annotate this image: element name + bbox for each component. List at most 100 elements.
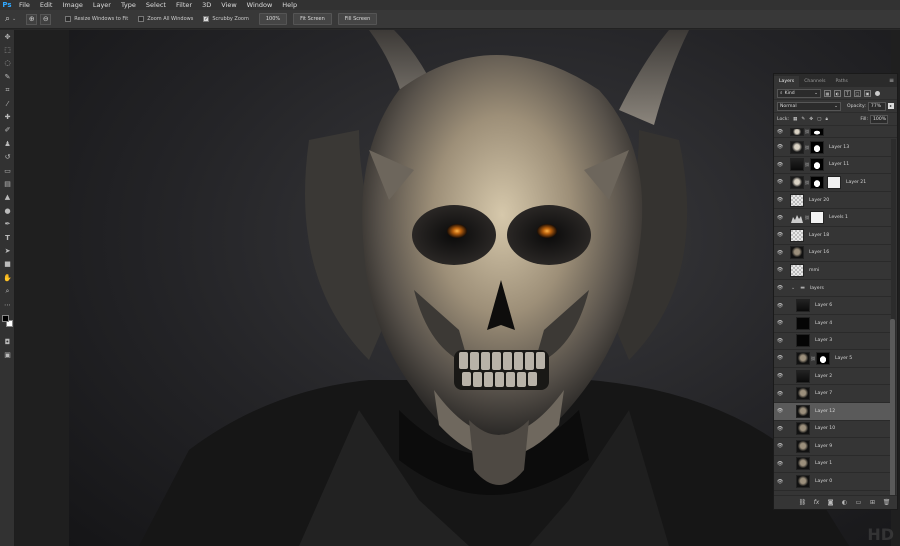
- layer-row[interactable]: 👁︎ Layer 9: [774, 438, 893, 456]
- lasso-tool-icon[interactable]: ◌: [0, 57, 15, 70]
- marquee-tool-icon[interactable]: ⬚: [0, 43, 15, 56]
- eye-icon[interactable]: 👁︎: [774, 373, 786, 379]
- shape-tool-icon[interactable]: ■: [0, 258, 15, 271]
- crop-tool-icon[interactable]: ⌗: [0, 84, 15, 97]
- color-swatches[interactable]: [0, 311, 14, 335]
- eye-icon[interactable]: 👁︎: [774, 197, 786, 203]
- scrollbar-thumb[interactable]: [890, 319, 895, 499]
- scrubby-zoom-checkbox[interactable]: ✓ Scrubby Zoom: [203, 16, 249, 22]
- lock-artboard-icon[interactable]: ▢: [817, 117, 821, 122]
- menu-help[interactable]: Help: [277, 0, 302, 10]
- clone-stamp-tool-icon[interactable]: ♟: [0, 137, 15, 150]
- zoom-in-icon[interactable]: ⊕: [26, 13, 38, 25]
- menu-view[interactable]: View: [216, 0, 241, 10]
- filter-adjustment-icon[interactable]: ◐: [834, 89, 841, 97]
- lock-all-icon[interactable]: 🔒︎: [825, 116, 827, 122]
- zoom-out-icon[interactable]: ⊖: [40, 13, 52, 25]
- layer-row[interactable]: 👁︎ Layer 3: [774, 333, 893, 351]
- add-mask-icon[interactable]: ◙: [826, 498, 835, 507]
- filter-shape-icon[interactable]: □: [854, 89, 861, 97]
- eye-icon[interactable]: 👁︎: [774, 129, 786, 135]
- zoom-all-checkbox[interactable]: Zoom All Windows: [138, 16, 193, 22]
- menu-select[interactable]: Select: [141, 0, 171, 10]
- layer-row[interactable]: 👁︎ Layer 0: [774, 473, 893, 491]
- layer-row[interactable]: 👁︎ Layer 1: [774, 456, 893, 474]
- more-tools-icon[interactable]: ⋯: [0, 298, 15, 311]
- zoom-100-button[interactable]: 100%: [258, 13, 288, 25]
- layer-row[interactable]: 👁︎ mmi: [774, 262, 893, 280]
- tool-preset-chevron-icon[interactable]: ⌄: [12, 16, 16, 22]
- hand-tool-icon[interactable]: ✋: [0, 271, 15, 284]
- quick-mask-icon[interactable]: ◘: [0, 335, 15, 348]
- gradient-tool-icon[interactable]: ▤: [0, 177, 15, 190]
- layer-row[interactable]: 👁︎ Layer 10: [774, 421, 893, 439]
- adjustment-layer-icon[interactable]: ◐: [840, 498, 849, 507]
- layer-row[interactable]: 👁︎ ⛓︎ Layer 5: [774, 350, 893, 368]
- eye-icon[interactable]: 👁︎: [774, 461, 786, 467]
- layer-row[interactable]: 👁︎ Layer 2: [774, 368, 893, 386]
- eye-icon[interactable]: 👁︎: [774, 162, 786, 168]
- eye-icon[interactable]: 👁︎: [774, 179, 786, 185]
- screen-mode-icon[interactable]: ▣: [0, 349, 15, 362]
- fit-screen-button[interactable]: Fit Screen: [293, 13, 332, 25]
- blur-tool-icon[interactable]: ▲: [0, 191, 15, 204]
- filter-smart-icon[interactable]: ▣: [864, 89, 871, 97]
- layer-style-fx-icon[interactable]: fx: [812, 498, 821, 507]
- resize-windows-checkbox[interactable]: Resize Windows to Fit: [65, 16, 128, 22]
- trash-icon[interactable]: 🗑︎: [882, 498, 891, 507]
- eye-icon[interactable]: 👁︎: [774, 355, 786, 361]
- layer-row[interactable]: 👁︎ Layer 4: [774, 315, 893, 333]
- fill-screen-button[interactable]: Fill Screen: [337, 13, 378, 25]
- filter-type-icon[interactable]: T: [844, 89, 851, 97]
- lock-image-icon[interactable]: ✎: [801, 117, 805, 122]
- eye-icon[interactable]: 👁︎: [774, 232, 786, 238]
- filter-kind-select[interactable]: ⌕ Kind ⌄: [777, 88, 821, 98]
- healing-brush-tool-icon[interactable]: ✚: [0, 110, 15, 123]
- filter-toggle-icon[interactable]: [875, 90, 880, 96]
- brush-tool-icon[interactable]: ✐: [0, 124, 15, 137]
- tab-channels[interactable]: Channels: [799, 76, 830, 87]
- layer-row[interactable]: 👁︎ Layer 12: [774, 402, 893, 421]
- blend-mode-select[interactable]: Normal ⌄: [777, 101, 841, 111]
- new-layer-icon[interactable]: ⊞: [868, 498, 877, 507]
- layer-group-row[interactable]: 👁︎ ⌄ ▬ layers: [774, 280, 893, 298]
- layer-row[interactable]: 👁︎ ⛓︎ Levels 1: [774, 209, 893, 227]
- layer-row[interactable]: 👁︎ ⛓︎ Layer 13: [774, 139, 893, 157]
- layers-scrollbar[interactable]: [890, 139, 896, 499]
- pen-tool-icon[interactable]: ✒: [0, 217, 15, 230]
- link-layers-icon[interactable]: ⛓︎: [798, 498, 807, 507]
- move-tool-icon[interactable]: ✥: [0, 30, 15, 43]
- eye-icon[interactable]: 👁︎: [774, 426, 786, 432]
- lock-transparent-icon[interactable]: ▦: [793, 117, 797, 122]
- eye-icon[interactable]: 👁︎: [774, 215, 786, 221]
- group-chevron-icon[interactable]: ⌄: [791, 285, 795, 291]
- layer-row[interactable]: 👁︎ Layer 16: [774, 245, 893, 263]
- layer-row[interactable]: 👁︎ Layer 7: [774, 385, 893, 403]
- eyedropper-tool-icon[interactable]: ⁄: [0, 97, 15, 110]
- path-select-tool-icon[interactable]: ➤: [0, 244, 15, 257]
- eye-icon[interactable]: 👁︎: [774, 443, 786, 449]
- menu-layer[interactable]: Layer: [88, 0, 116, 10]
- new-group-icon[interactable]: ▭: [854, 498, 863, 507]
- foreground-color-swatch[interactable]: [2, 315, 9, 323]
- menu-filter[interactable]: Filter: [171, 0, 197, 10]
- menu-window[interactable]: Window: [242, 0, 278, 10]
- layer-row[interactable]: 👁︎ Layer 20: [774, 192, 893, 210]
- menu-type[interactable]: Type: [116, 0, 141, 10]
- lock-position-icon[interactable]: ✥: [809, 117, 813, 122]
- zoom-tool-icon[interactable]: ⌕: [5, 14, 10, 24]
- tab-layers[interactable]: Layers: [774, 76, 800, 87]
- dodge-tool-icon[interactable]: ●: [0, 204, 15, 217]
- eye-icon[interactable]: 👁︎: [774, 250, 786, 256]
- layer-row[interactable]: 👁︎ Layer 6: [774, 297, 893, 315]
- eye-icon[interactable]: 👁︎: [774, 320, 786, 326]
- layer-row[interactable]: 👁︎ Layer 18: [774, 227, 893, 245]
- opacity-input[interactable]: 77%: [867, 101, 886, 111]
- eraser-tool-icon[interactable]: ▭: [0, 164, 15, 177]
- eye-icon[interactable]: 👁︎: [774, 338, 786, 344]
- eye-icon[interactable]: 👁︎: [774, 303, 786, 309]
- eye-icon[interactable]: 👁︎: [774, 144, 786, 150]
- menu-3d[interactable]: 3D: [197, 0, 216, 10]
- menu-edit[interactable]: Edit: [35, 0, 58, 10]
- layer-row-partial[interactable]: 👁︎ ⛓︎: [774, 126, 897, 138]
